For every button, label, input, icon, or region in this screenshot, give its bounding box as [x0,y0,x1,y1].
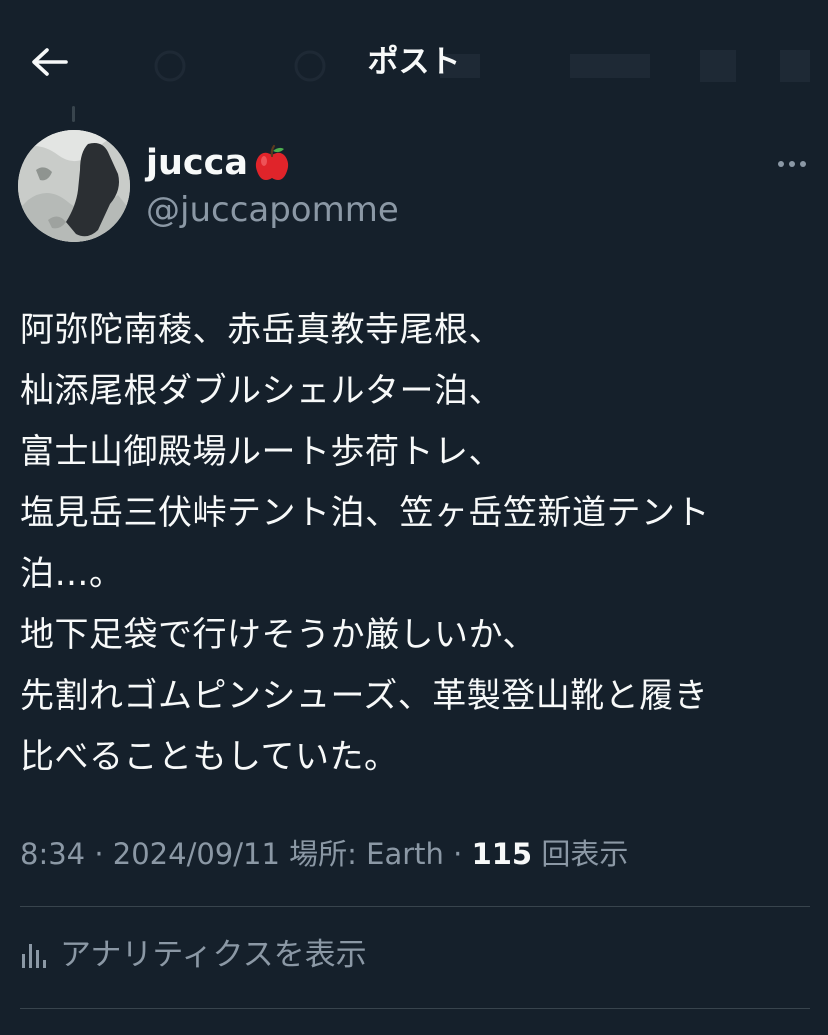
back-button[interactable] [22,40,78,84]
bar-chart-icon [22,944,46,968]
tweet-text-line: 泊…。 [20,554,124,594]
tweet-text-line: 富士山御殿場ルート歩荷トレ、 [20,432,503,472]
red-apple-icon [255,144,289,180]
more-horizontal-icon [778,161,784,167]
tweet-text-line: 比べることもしていた。 [20,737,399,777]
tweet-text-line: 杣添尾根ダブルシェルター泊、 [20,371,503,411]
meta-separator: · [85,837,113,871]
meta-separator: · [443,837,472,871]
more-options-button[interactable] [770,148,814,180]
view-analytics-button[interactable]: アナリティクスを表示 [20,930,367,980]
views-count: 115 [471,837,533,871]
more-horizontal-icon-dot [789,161,795,167]
thread-connector-line [72,106,75,122]
tweet-text-line: 塩見岳三伏峠テント泊、笠ヶ岳笠新道テント [20,493,710,533]
view-analytics-label: アナリティクスを表示 [60,937,367,973]
avatar[interactable] [18,130,130,242]
author-handle[interactable]: @juccapomme [146,187,399,233]
author-display-name-row[interactable]: jucca [146,140,292,186]
tweet-date[interactable]: 2024/09/11 [113,837,280,871]
avatar-image [18,130,130,242]
tweet-text-line: 先割れゴムピンシューズ、革製登山靴と履き [20,676,709,716]
tweet-location: 場所: Earth [279,837,444,871]
tweet-text-line: 地下足袋で行けそうか厳しいか、 [20,615,537,655]
tweet-text-line: 阿弥陀南稜、赤岳真教寺尾根、 [20,310,503,350]
divider [20,1008,810,1009]
author-display-name[interactable]: jucca [146,140,248,186]
more-horizontal-icon-dot [800,161,806,167]
top-bar: ポスト [0,0,828,110]
divider [20,906,810,907]
views-label: 回表示 [532,837,629,871]
tweet-text: 阿弥陀南稜、赤岳真教寺尾根、 杣添尾根ダブルシェルター泊、 富士山御殿場ルート歩… [20,300,820,788]
page-title: ポスト [367,44,461,80]
arrow-left-icon [32,48,68,76]
tweet-time[interactable]: 8:34 [20,837,85,871]
tweet-metadata: 8:34 · 2024/09/11 場所: Earth · 115 回表示 [20,830,628,878]
